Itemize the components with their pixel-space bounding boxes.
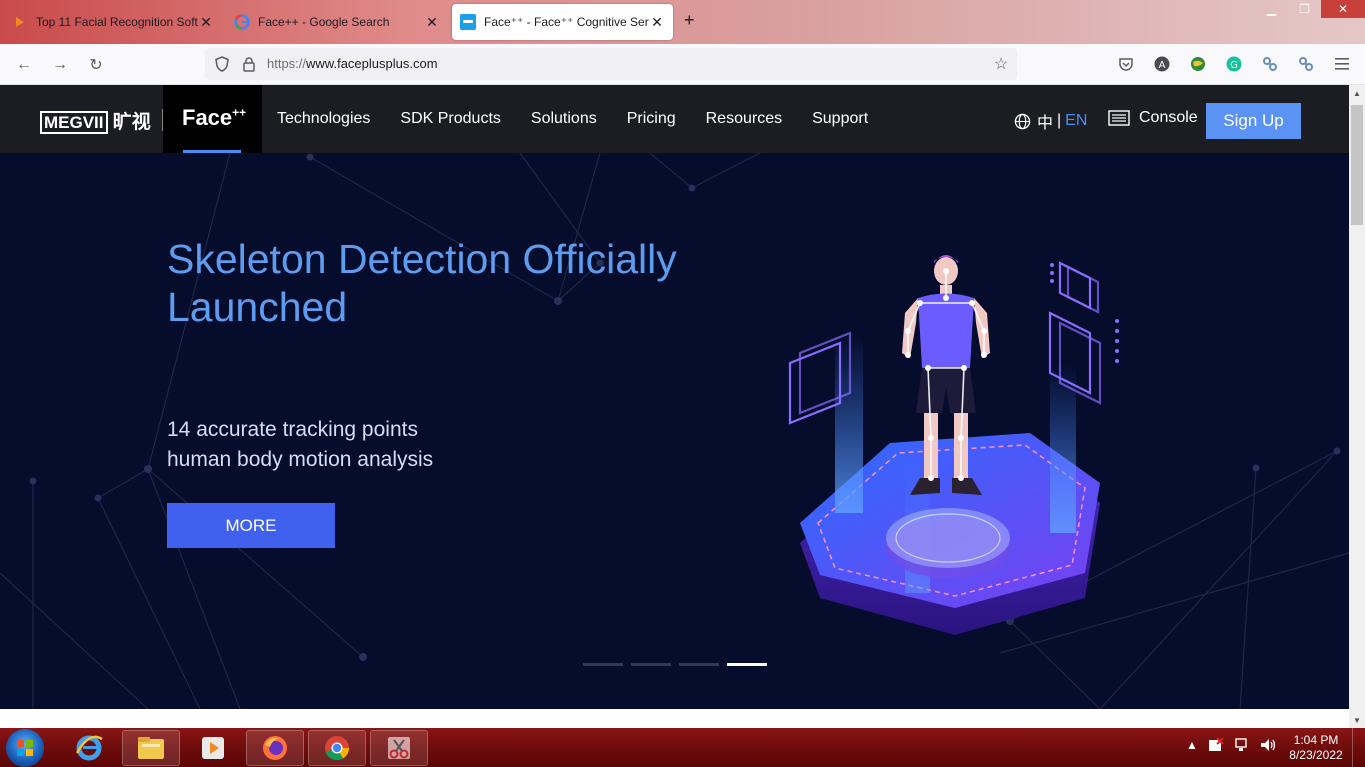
tray-expand-icon[interactable]: ▲ <box>1186 738 1198 755</box>
account-avatar-icon[interactable]: A <box>1153 55 1171 73</box>
hero-banner: Skeleton Detection Officially Launched 1… <box>0 153 1349 709</box>
volume-icon[interactable] <box>1260 738 1276 755</box>
back-arrow-icon[interactable]: ← <box>13 54 35 76</box>
close-window-icon[interactable]: ✕ <box>1321 0 1365 18</box>
nav-support[interactable]: Support <box>797 85 883 153</box>
lang-chinese[interactable]: 中 <box>1037 109 1053 133</box>
lock-icon[interactable] <box>238 53 260 75</box>
taskbar-chrome[interactable] <box>308 730 366 766</box>
scrollbar-thumb[interactable] <box>1351 105 1363 225</box>
page-below-fold <box>0 709 1349 728</box>
close-tab-icon[interactable]: ✕ <box>649 14 665 31</box>
nav-technologies[interactable]: Technologies <box>262 85 385 153</box>
hero-subline-2: human body motion analysis <box>167 448 434 471</box>
restore-icon[interactable]: ❐ <box>1288 0 1321 18</box>
grammarly-icon[interactable]: G <box>1225 55 1243 73</box>
faceplusplus-logo[interactable]: Face++ <box>163 85 262 153</box>
address-bar[interactable]: https://www.faceplusplus.com ☆ <box>205 48 1017 80</box>
chrome-icon <box>325 736 349 761</box>
folder-icon <box>138 737 164 759</box>
console-icon <box>1108 110 1130 126</box>
carousel-dot-4[interactable] <box>727 663 767 666</box>
nav-pricing[interactable]: Pricing <box>612 85 691 153</box>
scroll-up-icon[interactable]: ▲ <box>1349 85 1365 101</box>
show-desktop-button[interactable] <box>1352 728 1365 767</box>
console-link[interactable]: Console <box>1108 109 1198 127</box>
link-extension-icon[interactable] <box>1261 55 1279 73</box>
forward-arrow-icon[interactable]: → <box>49 54 71 76</box>
taskbar-file-explorer[interactable] <box>122 730 180 766</box>
carousel-dot-3[interactable] <box>679 663 719 666</box>
media-player-icon <box>202 737 224 759</box>
windows-logo-icon <box>17 740 33 756</box>
url-text[interactable]: https://www.faceplusplus.com <box>267 56 438 71</box>
lang-english[interactable]: EN <box>1065 112 1087 130</box>
windows-taskbar: ▲ 1:04 PM 8/23/2022 <box>0 728 1365 767</box>
hamburger-menu-icon[interactable] <box>1333 55 1351 73</box>
page-scrollbar[interactable]: ▲ ▼ <box>1349 85 1365 728</box>
hero-subline-1: 14 accurate tracking points <box>167 418 418 441</box>
carousel-dot-2[interactable] <box>631 663 671 666</box>
window-controls: ▁ ❐ ✕ <box>1255 0 1365 18</box>
minimize-icon[interactable]: ▁ <box>1255 0 1288 18</box>
start-button[interactable] <box>6 729 44 767</box>
internet-explorer-icon <box>75 735 103 761</box>
system-tray: ▲ <box>1186 737 1276 755</box>
faceplusplus-icon <box>460 14 476 30</box>
more-button[interactable]: MORE <box>167 503 335 548</box>
taskbar-media-player[interactable] <box>184 730 242 766</box>
nav-sdk-products[interactable]: SDK Products <box>385 85 515 153</box>
hero-headline: Skeleton Detection Officially Launched <box>167 236 677 330</box>
extension-globe-icon[interactable] <box>1189 55 1207 73</box>
svg-text:G: G <box>1230 60 1238 71</box>
google-icon <box>234 14 250 30</box>
main-navigation: Technologies SDK Products Solutions Pric… <box>262 85 883 153</box>
site-header: MEGVII 旷视 Face++ Technologies SDK Produc… <box>0 85 1349 153</box>
lang-separator: | <box>1057 112 1062 129</box>
shield-icon[interactable] <box>211 53 233 75</box>
browser-navigation-bar: ← → ↻ https://www.faceplusplus.com ☆ A G <box>0 44 1365 85</box>
tab-google-search[interactable]: Face++ - Google Search ✕ <box>226 4 448 40</box>
link-extension-icon[interactable] <box>1297 55 1315 73</box>
taskbar-snipping-tool[interactable] <box>370 730 428 766</box>
taskbar-firefox[interactable] <box>246 730 304 766</box>
close-tab-icon[interactable]: ✕ <box>424 14 440 31</box>
firefox-icon <box>263 736 287 760</box>
carousel-dot-1[interactable] <box>583 663 623 666</box>
orange-site-icon <box>12 14 28 30</box>
skeleton-detection-illustration <box>788 255 1119 635</box>
language-switcher: 中 | EN <box>1014 109 1087 133</box>
taskbar-clock[interactable]: 1:04 PM 8/23/2022 <box>1284 733 1348 763</box>
nav-solutions[interactable]: Solutions <box>516 85 612 153</box>
new-tab-button[interactable]: + <box>684 10 695 31</box>
svg-text:A: A <box>1159 60 1166 71</box>
taskbar-internet-explorer[interactable] <box>60 730 118 766</box>
close-tab-icon[interactable]: ✕ <box>198 14 214 31</box>
carousel-indicators <box>583 663 767 666</box>
sign-up-button[interactable]: Sign Up <box>1206 103 1301 139</box>
bookmark-star-icon[interactable]: ☆ <box>990 53 1012 75</box>
scissors-icon <box>388 737 410 759</box>
network-icon[interactable] <box>1234 738 1250 755</box>
globe-icon <box>1014 113 1031 129</box>
megvii-logo[interactable]: MEGVII 旷视 <box>40 107 151 134</box>
nav-resources[interactable]: Resources <box>691 85 797 153</box>
tab-facial-recognition[interactable]: Top 11 Facial Recognition Software ✕ <box>4 4 222 40</box>
reload-icon[interactable]: ↻ <box>85 54 107 76</box>
webpage: MEGVII 旷视 Face++ Technologies SDK Produc… <box>0 85 1349 709</box>
scroll-down-icon[interactable]: ▼ <box>1349 712 1365 728</box>
browser-tab-bar: Top 11 Facial Recognition Software ✕ Fac… <box>0 0 1365 44</box>
tab-faceplusplus[interactable]: Face⁺⁺ - Face⁺⁺ Cognitive Services ✕ <box>452 4 673 40</box>
action-center-icon[interactable] <box>1208 737 1224 755</box>
pocket-icon[interactable] <box>1117 55 1135 73</box>
